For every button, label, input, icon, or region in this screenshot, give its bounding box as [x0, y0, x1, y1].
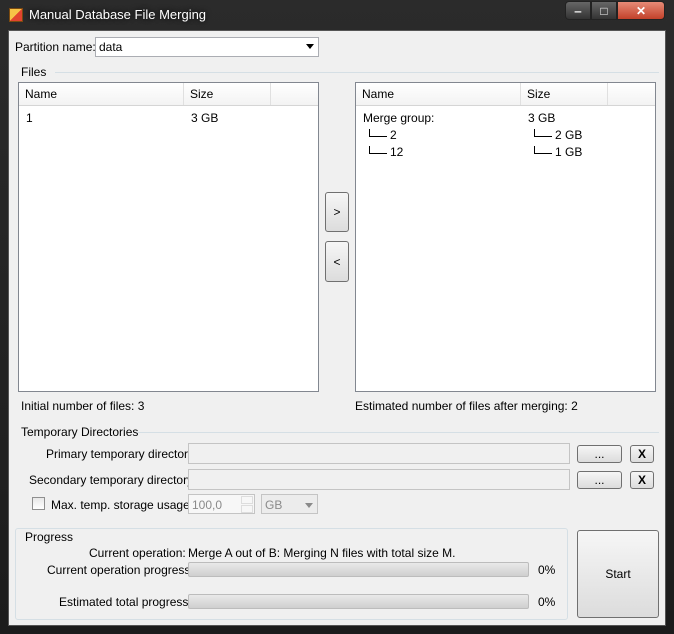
- current-progress-bar: [188, 562, 529, 577]
- move-left-button[interactable]: <: [325, 241, 349, 282]
- title-bar[interactable]: Manual Database File Merging ‒ □ ✕: [0, 0, 674, 30]
- progress-group-label: Progress: [23, 530, 76, 544]
- secondary-temp-label: Secondary temporary directory:: [29, 473, 197, 487]
- minimize-button[interactable]: ‒: [565, 1, 591, 20]
- source-row-name[interactable]: 1: [26, 111, 33, 125]
- temp-group-label: Temporary Directories: [21, 425, 139, 439]
- close-icon: ✕: [635, 3, 647, 18]
- merge-child-row[interactable]: 12: [369, 145, 403, 159]
- source-row-size: 3 GB: [191, 111, 219, 125]
- temp-group-divider: [137, 432, 659, 433]
- tree-branch-icon: [369, 146, 387, 154]
- source-col-name[interactable]: Name: [19, 83, 184, 105]
- maximize-icon: □: [600, 3, 608, 18]
- partition-value: data: [99, 40, 123, 54]
- move-right-button[interactable]: >: [325, 192, 349, 232]
- source-list-header: Name Size: [19, 83, 318, 106]
- source-col-size[interactable]: Size: [184, 83, 271, 105]
- primary-browse-button[interactable]: ...: [577, 445, 622, 463]
- current-operation-value: Merge A out of B: Merging N files with t…: [188, 546, 456, 560]
- max-storage-checkbox[interactable]: [32, 497, 45, 510]
- storage-unit-value: GB: [265, 498, 283, 512]
- estimated-file-count: Estimated number of files after merging:…: [355, 399, 578, 413]
- max-storage-label: Max. temp. storage usage:: [51, 498, 194, 512]
- minimize-icon: ‒: [574, 3, 582, 18]
- merge-group-name[interactable]: Merge group:: [363, 111, 434, 125]
- chevron-down-icon: [305, 503, 313, 508]
- maximize-button[interactable]: □: [591, 1, 617, 20]
- max-storage-value: 100,0: [192, 498, 223, 512]
- start-button[interactable]: Start: [577, 530, 659, 618]
- current-progress-label: Current operation progress:: [47, 563, 194, 577]
- merge-child-size-cell: 2 GB: [534, 128, 582, 142]
- spin-down-icon[interactable]: [241, 505, 253, 513]
- total-progress-bar: [188, 594, 529, 609]
- current-operation-label: Current operation:: [89, 546, 186, 560]
- current-progress-percent: 0%: [538, 563, 556, 577]
- total-progress-percent: 0%: [538, 595, 556, 609]
- merge-child-size-cell: 1 GB: [534, 145, 582, 159]
- app-icon: [9, 8, 23, 22]
- total-progress-label: Estimated total progress:: [59, 595, 192, 609]
- merge-child-size: 1 GB: [555, 145, 583, 159]
- secondary-temp-input[interactable]: [188, 469, 570, 490]
- dialog-body: Partition name: data Files Name Size 1 3…: [8, 30, 666, 626]
- files-group-divider: [55, 72, 659, 73]
- merge-child-name: 2: [390, 128, 397, 142]
- close-button[interactable]: ✕: [617, 1, 665, 20]
- merge-col-size[interactable]: Size: [521, 83, 608, 105]
- merge-col-name[interactable]: Name: [356, 83, 521, 105]
- partition-select[interactable]: data: [95, 37, 319, 57]
- primary-temp-label: Primary temporary directory:: [46, 447, 198, 461]
- initial-file-count: Initial number of files: 3: [21, 399, 145, 413]
- tree-branch-icon: [534, 146, 552, 154]
- merge-child-size: 2 GB: [555, 128, 583, 142]
- source-files-list[interactable]: Name Size 1 3 GB: [18, 82, 319, 392]
- app-window: Manual Database File Merging ‒ □ ✕ Parti…: [0, 0, 674, 634]
- merge-group-list[interactable]: Name Size Merge group: 3 GB 2 2 GB 12 1 …: [355, 82, 656, 392]
- partition-label: Partition name:: [15, 40, 96, 54]
- secondary-browse-button[interactable]: ...: [577, 471, 622, 489]
- merge-group-size: 3 GB: [528, 111, 556, 125]
- tree-branch-icon: [369, 129, 387, 137]
- spin-up-icon[interactable]: [241, 496, 253, 504]
- merge-child-row[interactable]: 2: [369, 128, 397, 142]
- primary-clear-button[interactable]: X: [630, 445, 654, 463]
- merge-child-name: 12: [390, 145, 404, 159]
- merge-list-header: Name Size: [356, 83, 655, 106]
- chevron-down-icon: [306, 44, 314, 49]
- primary-temp-input[interactable]: [188, 443, 570, 464]
- tree-branch-icon: [534, 129, 552, 137]
- secondary-clear-button[interactable]: X: [630, 471, 654, 489]
- storage-unit-select[interactable]: GB: [261, 494, 318, 514]
- window-title: Manual Database File Merging: [29, 7, 207, 22]
- max-storage-stepper[interactable]: 100,0: [188, 494, 255, 514]
- files-group-label: Files: [21, 65, 47, 79]
